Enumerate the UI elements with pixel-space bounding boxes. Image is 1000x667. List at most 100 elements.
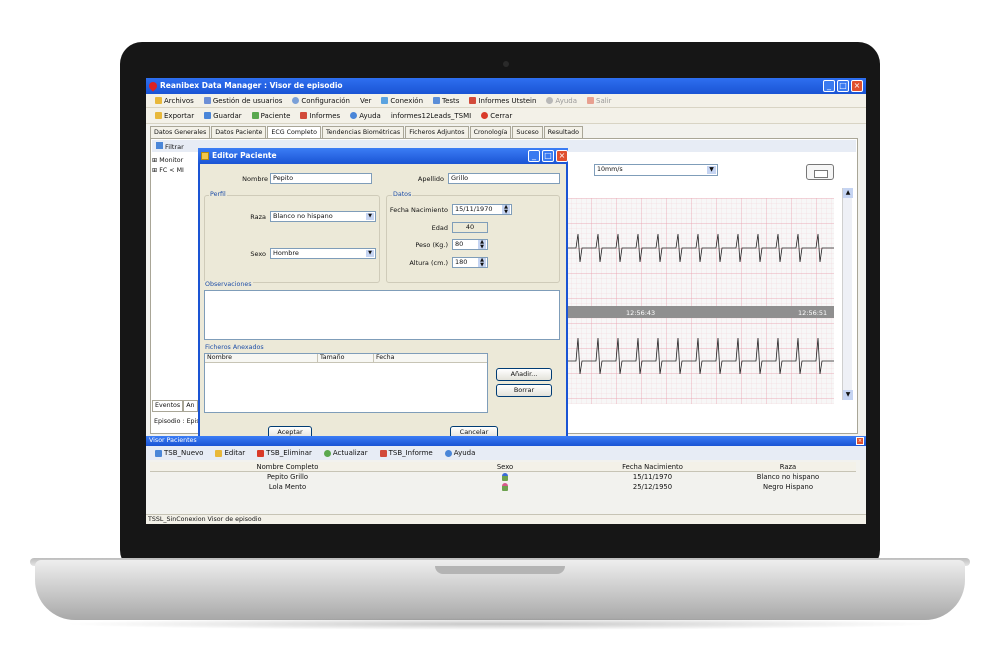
new-patient-button[interactable]: TSB_Nuevo bbox=[150, 449, 208, 457]
export-button[interactable]: Exportar bbox=[150, 112, 199, 120]
report-icon bbox=[469, 97, 477, 104]
edad-field: 40 bbox=[452, 222, 488, 233]
patient-report-button[interactable]: TSB_Informe bbox=[375, 449, 438, 457]
patient-viewer-toolbar: TSB_Nuevo Editar TSB_Eliminar Actualizar… bbox=[146, 446, 866, 460]
menu-informes-utstein[interactable]: Informes Utstein bbox=[464, 97, 541, 105]
tab-suceso[interactable]: Suceso bbox=[512, 126, 543, 138]
tab-resultado[interactable]: Resultado bbox=[543, 126, 583, 138]
menu-conexion[interactable]: Conexión bbox=[376, 97, 428, 105]
viewer-help-button[interactable]: Ayuda bbox=[440, 449, 481, 457]
help-icon bbox=[546, 97, 554, 104]
tree-item-monitor[interactable]: ⊞ Monitor bbox=[152, 157, 197, 164]
tab-tendencias[interactable]: Tendencias Biométricas bbox=[322, 126, 405, 138]
menu-gestion-usuarios[interactable]: Gestión de usuarios bbox=[199, 97, 288, 105]
tab-datos-generales[interactable]: Datos Generales bbox=[150, 126, 211, 138]
cerrar-button[interactable]: Cerrar bbox=[476, 112, 517, 120]
chevron-down-icon: ▼ bbox=[366, 213, 374, 220]
folder-icon bbox=[155, 97, 162, 104]
files-list-header: Nombre Tamaño Fecha bbox=[205, 354, 487, 363]
dialog-maximize-button[interactable]: □ bbox=[542, 150, 554, 162]
menu-tests[interactable]: Tests bbox=[428, 97, 464, 105]
table-row[interactable]: Pepito Grillo 15/11/1970 Blanco no hispa… bbox=[150, 472, 856, 482]
tree-item-fc[interactable]: ⊞ FC < MI bbox=[152, 167, 197, 174]
informes12leads-button[interactable]: informes12Leads_TSMI bbox=[386, 112, 476, 120]
menu-ayuda[interactable]: Ayuda bbox=[541, 97, 582, 105]
perfil-group-label: Perfil bbox=[209, 191, 227, 198]
tab-an[interactable]: An bbox=[183, 400, 198, 412]
ecg-time-bar bbox=[566, 306, 834, 318]
raza-select[interactable]: Blanco no hispano ▼ bbox=[270, 211, 376, 222]
tab-ficheros-adjuntos[interactable]: Ficheros Adjuntos bbox=[405, 126, 469, 138]
main-toolbar: Exportar Guardar Paciente Informes Ayuda… bbox=[146, 108, 866, 124]
minimize-button[interactable]: _ bbox=[823, 80, 835, 92]
event-tree: ⊞ Monitor ⊞ FC < MI bbox=[152, 154, 197, 404]
window-titlebar: Reanibex Data Manager : Visor de episodi… bbox=[146, 78, 866, 94]
menu-ver[interactable]: Ver bbox=[355, 97, 376, 105]
files-col-nombre[interactable]: Nombre bbox=[205, 354, 318, 362]
col-fecha-nacimiento[interactable]: Fecha Nacimiento bbox=[585, 462, 720, 471]
table-row[interactable]: Lola Mento 25/12/1950 Negro Hispano bbox=[150, 482, 856, 492]
connection-icon bbox=[381, 97, 389, 104]
patient-button[interactable]: Paciente bbox=[247, 112, 296, 120]
reports-button[interactable]: Informes bbox=[295, 112, 345, 120]
patients-table-header: Nombre Completo Sexo Fecha Nacimiento Ra… bbox=[150, 462, 856, 472]
ecg-time-2: 12:56:51 bbox=[798, 309, 827, 317]
edit-patient-button[interactable]: Editar bbox=[210, 449, 250, 457]
add-file-button[interactable]: Añadir... bbox=[496, 368, 552, 381]
files-col-tamano[interactable]: Tamaño bbox=[318, 354, 374, 362]
files-col-fecha[interactable]: Fecha bbox=[374, 354, 487, 362]
sexo-select[interactable]: Hombre ▼ bbox=[270, 248, 376, 259]
tab-eventos[interactable]: Eventos bbox=[152, 400, 184, 412]
edit-icon bbox=[215, 449, 223, 457]
dialog-titlebar: Editor Paciente bbox=[198, 148, 568, 164]
tab-datos-paciente[interactable]: Datos Paciente bbox=[211, 126, 267, 138]
save-icon bbox=[204, 112, 212, 119]
help-icon bbox=[444, 449, 452, 457]
dialog-close-button[interactable]: × bbox=[556, 150, 568, 162]
fecha-nacimiento-field[interactable]: 15/11/1970 ▲ ▼ bbox=[452, 204, 512, 215]
new-icon bbox=[155, 449, 162, 457]
tab-cronologia[interactable]: Cronología bbox=[469, 126, 512, 138]
edad-label: Edad bbox=[431, 224, 448, 232]
attached-files-list[interactable]: Nombre Tamaño Fecha bbox=[204, 353, 488, 413]
print-button[interactable] bbox=[806, 164, 834, 180]
spinner-icon[interactable]: ▲ ▼ bbox=[478, 240, 486, 249]
spinner-icon[interactable]: ▲ ▼ bbox=[502, 205, 510, 214]
help-button[interactable]: Ayuda bbox=[345, 112, 386, 120]
report-icon bbox=[300, 112, 308, 119]
save-button[interactable]: Guardar bbox=[199, 112, 247, 120]
patient-viewer-title: Visor Pacientes bbox=[146, 436, 866, 446]
nombre-field[interactable]: Pepito bbox=[270, 173, 372, 184]
scroll-up-icon[interactable]: ▲ bbox=[843, 188, 853, 198]
delete-file-button[interactable]: Borrar bbox=[496, 384, 552, 397]
observaciones-textarea[interactable] bbox=[204, 290, 560, 340]
dialog-title: Editor Paciente bbox=[212, 151, 277, 160]
cell-raza: Negro Hispano bbox=[762, 483, 814, 491]
exit-icon bbox=[587, 97, 595, 104]
refresh-button[interactable]: Actualizar bbox=[319, 449, 373, 457]
menu-configuracion[interactable]: Configuración bbox=[287, 97, 355, 105]
delete-patient-button[interactable]: TSB_Eliminar bbox=[252, 449, 317, 457]
dialog-minimize-button[interactable]: _ bbox=[528, 150, 540, 162]
col-raza[interactable]: Raza bbox=[720, 462, 856, 471]
application-window: Reanibex Data Manager : Visor de episodi… bbox=[146, 78, 866, 524]
ecg-scrollbar[interactable]: ▲ ▼ bbox=[842, 188, 853, 400]
apellido-field[interactable]: Grillo bbox=[448, 173, 560, 184]
ecg-strip-1-grid bbox=[566, 198, 834, 306]
patient-viewer-close-button[interactable]: × bbox=[856, 437, 864, 445]
col-nombre-completo[interactable]: Nombre Completo bbox=[150, 462, 425, 471]
female-icon bbox=[502, 483, 508, 491]
menu-archivos[interactable]: Archivos bbox=[150, 97, 199, 105]
col-sexo[interactable]: Sexo bbox=[425, 462, 585, 471]
speed-select[interactable]: 10mm/s ▼ bbox=[594, 164, 718, 176]
maximize-button[interactable]: □ bbox=[837, 80, 849, 92]
close-window-button[interactable]: × bbox=[851, 80, 863, 92]
menu-salir[interactable]: Salir bbox=[582, 97, 617, 105]
peso-field[interactable]: 80 ▲ ▼ bbox=[452, 239, 488, 250]
ecg-time-1: 12:56:43 bbox=[626, 309, 655, 317]
altura-field[interactable]: 180 ▲ ▼ bbox=[452, 257, 488, 268]
filter-button[interactable]: Filtrar bbox=[156, 141, 184, 151]
scroll-down-icon[interactable]: ▼ bbox=[843, 390, 853, 400]
spinner-icon[interactable]: ▲ ▼ bbox=[478, 258, 486, 267]
menu-bar: Archivos Gestión de usuarios Configuraci… bbox=[146, 94, 866, 108]
